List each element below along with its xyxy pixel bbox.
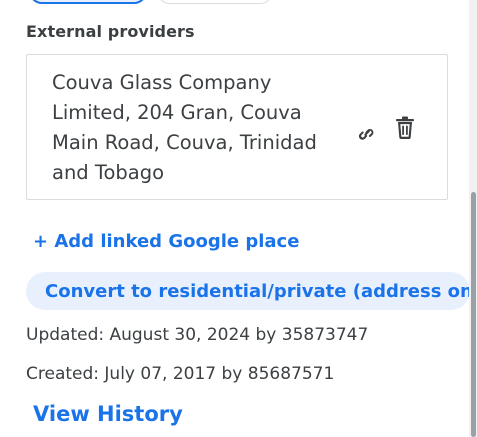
- created-info: Created: July 07, 2017 by 85687571: [26, 364, 335, 384]
- add-linked-google-place-link[interactable]: + Add linked Google place: [33, 231, 299, 252]
- trash-icon[interactable]: [390, 113, 420, 143]
- category-chip-selected[interactable]: [29, 0, 147, 4]
- provider-address: Couva Glass Company Limited, 204 Gran, C…: [52, 71, 317, 184]
- place-details-panel: External providers Couva Glass Company L…: [0, 0, 477, 437]
- updated-info: Updated: August 30, 2024 by 35873747: [26, 325, 369, 345]
- scrollbar-thumb[interactable]: [471, 192, 476, 437]
- external-providers-heading: External providers: [26, 22, 195, 41]
- external-provider-card: Couva Glass Company Limited, 204 Gran, C…: [26, 54, 448, 200]
- link-icon[interactable]: [351, 119, 381, 149]
- category-chip[interactable]: [157, 0, 273, 4]
- view-history-link[interactable]: View History: [33, 402, 183, 426]
- convert-to-residential-button[interactable]: Convert to residential/private (address …: [26, 272, 477, 310]
